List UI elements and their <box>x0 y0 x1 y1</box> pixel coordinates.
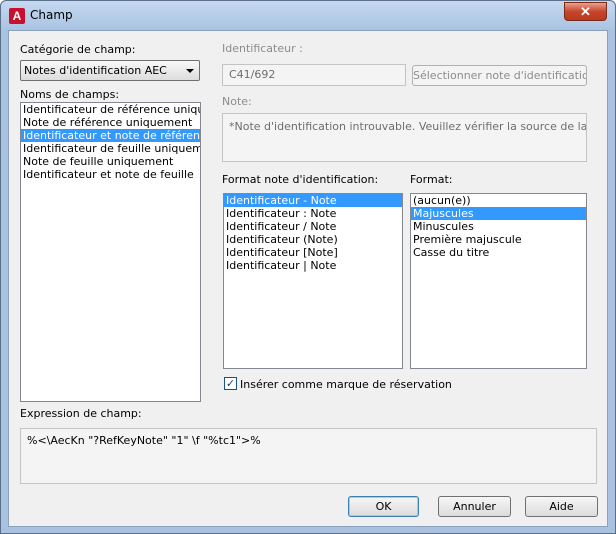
format-item[interactable]: Casse du titre <box>411 246 586 259</box>
help-button[interactable]: Aide <box>525 496 598 517</box>
keynote-format-label: Format note d'identification: <box>222 173 379 186</box>
keynote-format-item[interactable]: Identificateur | Note <box>224 259 402 272</box>
category-selected-value: Notes d'identification AEC <box>24 64 167 77</box>
keynote-format-list[interactable]: Identificateur - Note Identificateur : No… <box>223 193 403 369</box>
format-list[interactable]: (aucun(e)) Majuscules Minuscules Première m… <box>410 193 587 369</box>
field-name-item[interactable]: Identificateur et note de référence <box>21 129 200 142</box>
keynote-format-item[interactable]: Identificateur [Note] <box>224 246 402 259</box>
keynote-format-item[interactable]: Identificateur - Note <box>224 194 402 207</box>
identifier-label: Identificateur : <box>222 42 303 55</box>
expression-field[interactable]: %<\AecKn "?RefKeyNote" "1" \f "%tc1">% <box>20 428 597 484</box>
keynote-format-item[interactable]: Identificateur (Note) <box>224 233 402 246</box>
close-button[interactable]: ✕ <box>564 2 607 21</box>
field-name-item[interactable]: Identificateur de référence uniquement <box>21 103 200 116</box>
expression-label: Expression de champ: <box>20 407 142 420</box>
note-field[interactable]: *Note d'identification introuvable. Veui… <box>222 113 587 162</box>
note-label: Note: <box>222 95 252 108</box>
category-label: Catégorie de champ: <box>20 43 136 56</box>
field-names-label: Noms de champs: <box>20 88 120 101</box>
dialog-body: Catégorie de champ: Notes d'identificati… <box>8 30 608 527</box>
field-name-item[interactable]: Identificateur de feuille uniquement <box>21 142 200 155</box>
cancel-button[interactable]: Annuler <box>438 496 511 517</box>
field-dialog: A Champ ✕ Catégorie de champ: Notes d'id… <box>0 0 616 534</box>
placeholder-checkbox-label[interactable]: Insérer comme marque de réservation <box>240 378 452 391</box>
identifier-field[interactable]: C41/692 <box>222 64 406 86</box>
field-name-item[interactable]: Note de référence uniquement <box>21 116 200 129</box>
format-item[interactable]: Minuscules <box>411 220 586 233</box>
category-dropdown[interactable]: Notes d'identification AEC <box>20 60 200 81</box>
format-item[interactable]: Majuscules <box>411 207 586 220</box>
keynote-format-item[interactable]: Identificateur : Note <box>224 207 402 220</box>
placeholder-checkbox[interactable]: ✓ <box>224 377 237 390</box>
keynote-format-item[interactable]: Identificateur / Note <box>224 220 402 233</box>
field-names-list[interactable]: Identificateur de référence uniquementNo… <box>20 102 201 402</box>
autocad-a-icon[interactable]: A <box>9 8 25 24</box>
ok-button[interactable]: OK <box>348 496 419 517</box>
chevron-down-icon <box>186 69 194 73</box>
window-title: Champ <box>30 8 73 22</box>
field-name-item[interactable]: Identificateur et note de feuille <box>21 168 200 181</box>
format-label: Format: <box>410 173 453 186</box>
format-item[interactable]: Première majuscule <box>411 233 586 246</box>
title-bar[interactable]: A Champ ✕ <box>1 1 615 30</box>
field-name-item[interactable]: Note de feuille uniquement <box>21 155 200 168</box>
select-keynote-button[interactable]: Sélectionner note d'identification... <box>412 65 587 86</box>
format-item[interactable]: (aucun(e)) <box>411 194 586 207</box>
